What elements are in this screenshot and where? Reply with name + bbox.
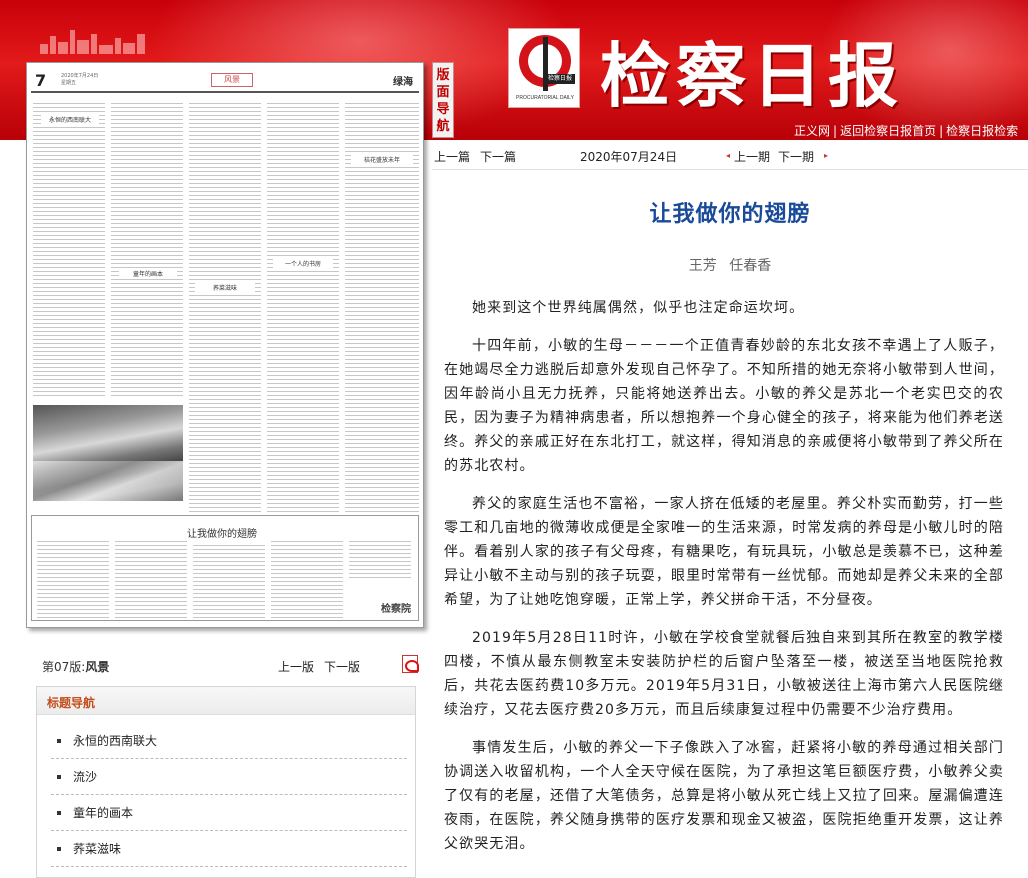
article-nav-bar: 上一篇 下一篇 2020年07月24日 ◂ 上一期 下一期 ▸ [432, 142, 1028, 170]
article-author: 王芳 任春香 [688, 258, 772, 274]
article-title: 让我做你的翅膀 [649, 202, 811, 227]
article-paragraph: 她来到这个世界纯属偶然，似乎也注定命运坎坷。 [472, 300, 805, 316]
title-nav-header: 标题导航 [37, 687, 415, 715]
article-paragraph: 十四年前，小敏的生母－－－一个正值青春妙龄的东北女孩不幸遇上了人贩子，在她竭尽全… [444, 338, 1004, 474]
masthead-title: 检察日报 [600, 34, 904, 117]
thumbnail-text-column [189, 103, 261, 513]
next-page-link[interactable]: 下一版 [324, 658, 360, 675]
title-nav-panel: 标题导航 永恒的西南联大 流沙 童年的画本 荞菜滋味 [36, 686, 416, 878]
thumbnail-article-title[interactable]: 童年的画本 [119, 269, 177, 278]
thumbnail-text-column [111, 103, 183, 399]
title-nav-item[interactable]: 永恒的西南联大 [51, 723, 407, 759]
thumbnail-header: 7 2020年7月24日 星期五 风景 绿海 [31, 67, 419, 93]
thumbnail-page-number: 7 [35, 71, 47, 90]
prev-issue-link[interactable]: 上一期 [734, 148, 770, 165]
thumbnail-text-column [193, 545, 265, 619]
thumbnail-article-title[interactable]: 荞菜滋味 [195, 283, 255, 292]
link-search[interactable]: 检察日报检索 [946, 124, 1018, 138]
link-home[interactable]: 返回检察日报首页 [840, 124, 936, 138]
next-issue-link[interactable]: 下一期 [778, 148, 814, 165]
title-nav-list: 永恒的西南联大 流沙 童年的画本 荞菜滋味 [51, 723, 407, 867]
bullet-icon [57, 811, 61, 815]
prev-article-link[interactable]: 上一篇 [434, 148, 470, 165]
prev-page-link[interactable]: 上一版 [278, 658, 314, 675]
layout-nav-label[interactable]: 版面导航 [432, 62, 454, 138]
next-article-link[interactable]: 下一篇 [480, 148, 516, 165]
link-zhengyiwang[interactable]: 正义网 [794, 124, 830, 138]
thumbnail-desert-photo [33, 405, 183, 501]
thumbnail-text-column [115, 541, 187, 619]
thumbnail-text-column [349, 541, 411, 581]
article-paragraph: 2019年5月28日11时许，小敏在学校食堂就餐后独自来到其所在教室的教学楼四楼… [444, 630, 1004, 718]
thumbnail-column-label: 绿海 [393, 77, 413, 88]
current-page-label: 第07版:风景 [42, 660, 110, 674]
thumbnail-text-column [267, 103, 339, 513]
bullet-icon [57, 847, 61, 851]
bullet-icon [57, 775, 61, 779]
thumbnail-text-column [345, 103, 419, 513]
article-paragraph: 养父的家庭生活也不富裕，一家人挤在低矮的老屋里。养父朴实而勤劳，打一些零工和几亩… [444, 496, 1004, 608]
article-paragraph: 事情发生后，小敏的养父一下子像跌入了冰窖，赶紧将小敏的养母通过相关部门协调送入收… [444, 740, 1004, 852]
thumbnail-section-tag: 风景 [211, 73, 253, 87]
thumbnail-text-column [271, 541, 343, 619]
title-nav-heading: 标题导航 [47, 696, 96, 710]
title-nav-item[interactable]: 荞菜滋味 [51, 831, 407, 867]
pdf-icon[interactable] [402, 655, 419, 673]
newspaper-page-thumbnail[interactable]: 7 2020年7月24日 星期五 风景 绿海 永恒的西南联大 童年的画本 荞菜滋… [26, 62, 424, 628]
bullet-icon [57, 739, 61, 743]
arrow-left-icon: ◂ [726, 151, 731, 160]
thumbnail-meta: 2020年7月24日 星期五 [61, 73, 99, 86]
thumbnail-text-column [37, 541, 109, 619]
thumbnail-text-column [33, 103, 105, 399]
arrow-right-icon: ▸ [824, 151, 829, 160]
top-links: 正义网 | 返回检察日报首页 | 检察日报检索 [794, 124, 1019, 138]
issue-date: 2020年07月24日 [580, 150, 678, 164]
skyline-graphic [40, 28, 150, 54]
title-nav-item[interactable]: 童年的画本 [51, 795, 407, 831]
thumbnail-article-title[interactable]: 桔花盛放未年 [351, 155, 413, 164]
thumbnail-article-title[interactable]: 一个人的书房 [273, 259, 333, 268]
thumbnail-article-title[interactable]: 永恒的西南联大 [41, 115, 99, 124]
newspaper-logo: 检察日报 PROCURATORIAL DAILY [508, 28, 580, 108]
thumbnail-feature-title: 让我做你的翅膀 [187, 529, 257, 540]
thumbnail-stamp: 检察院 [381, 604, 411, 615]
article-body: 她来到这个世界纯属偶然，似乎也注定命运坎坷。 十四年前，小敏的生母－－－一个正值… [444, 296, 1004, 870]
title-nav-item[interactable]: 流沙 [51, 759, 407, 795]
